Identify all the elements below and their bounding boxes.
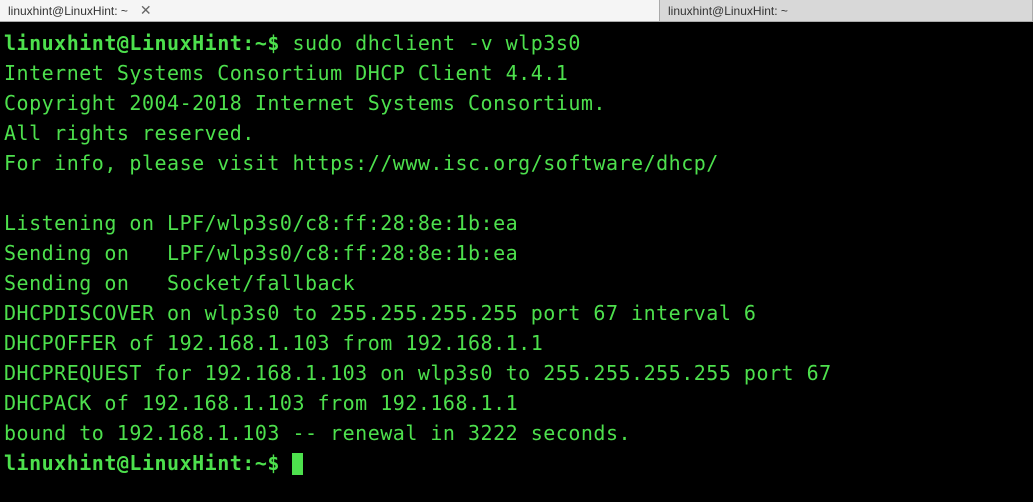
terminal-tab-1[interactable]: linuxhint@LinuxHint: ~ ✕ <box>0 0 660 21</box>
prompt-path: ~ <box>255 451 268 475</box>
output-line: Internet Systems Consortium DHCP Client … <box>4 61 568 85</box>
prompt-symbol: $ <box>267 31 280 55</box>
output-line: All rights reserved. <box>4 121 255 145</box>
tab-label: linuxhint@LinuxHint: ~ <box>668 4 796 18</box>
tab-label: linuxhint@LinuxHint: ~ <box>8 4 136 18</box>
prompt-path: ~ <box>255 31 268 55</box>
close-icon[interactable]: ✕ <box>136 2 156 19</box>
cursor <box>292 453 303 475</box>
command-text: sudo dhclient -v wlp3s0 <box>292 31 580 55</box>
terminal-tab-2[interactable]: linuxhint@LinuxHint: ~ <box>660 0 1033 21</box>
terminal-output[interactable]: linuxhint@LinuxHint:~$ sudo dhclient -v … <box>0 22 1033 502</box>
prompt-user-host: linuxhint@LinuxHint <box>4 31 242 55</box>
output-line: DHCPDISCOVER on wlp3s0 to 255.255.255.25… <box>4 301 756 325</box>
output-line: For info, please visit https://www.isc.o… <box>4 151 719 175</box>
output-line: Listening on LPF/wlp3s0/c8:ff:28:8e:1b:e… <box>4 211 518 235</box>
tab-bar: linuxhint@LinuxHint: ~ ✕ linuxhint@Linux… <box>0 0 1033 22</box>
prompt-user-host: linuxhint@LinuxHint <box>4 451 242 475</box>
output-line: DHCPOFFER of 192.168.1.103 from 192.168.… <box>4 331 543 355</box>
output-line: Sending on LPF/wlp3s0/c8:ff:28:8e:1b:ea <box>4 241 518 265</box>
prompt-symbol: $ <box>267 451 280 475</box>
output-line: Sending on Socket/fallback <box>4 271 355 295</box>
output-line: DHCPACK of 192.168.1.103 from 192.168.1.… <box>4 391 518 415</box>
output-line: bound to 192.168.1.103 -- renewal in 322… <box>4 421 631 445</box>
output-line: DHCPREQUEST for 192.168.1.103 on wlp3s0 … <box>4 361 832 385</box>
output-line: Copyright 2004-2018 Internet Systems Con… <box>4 91 606 115</box>
